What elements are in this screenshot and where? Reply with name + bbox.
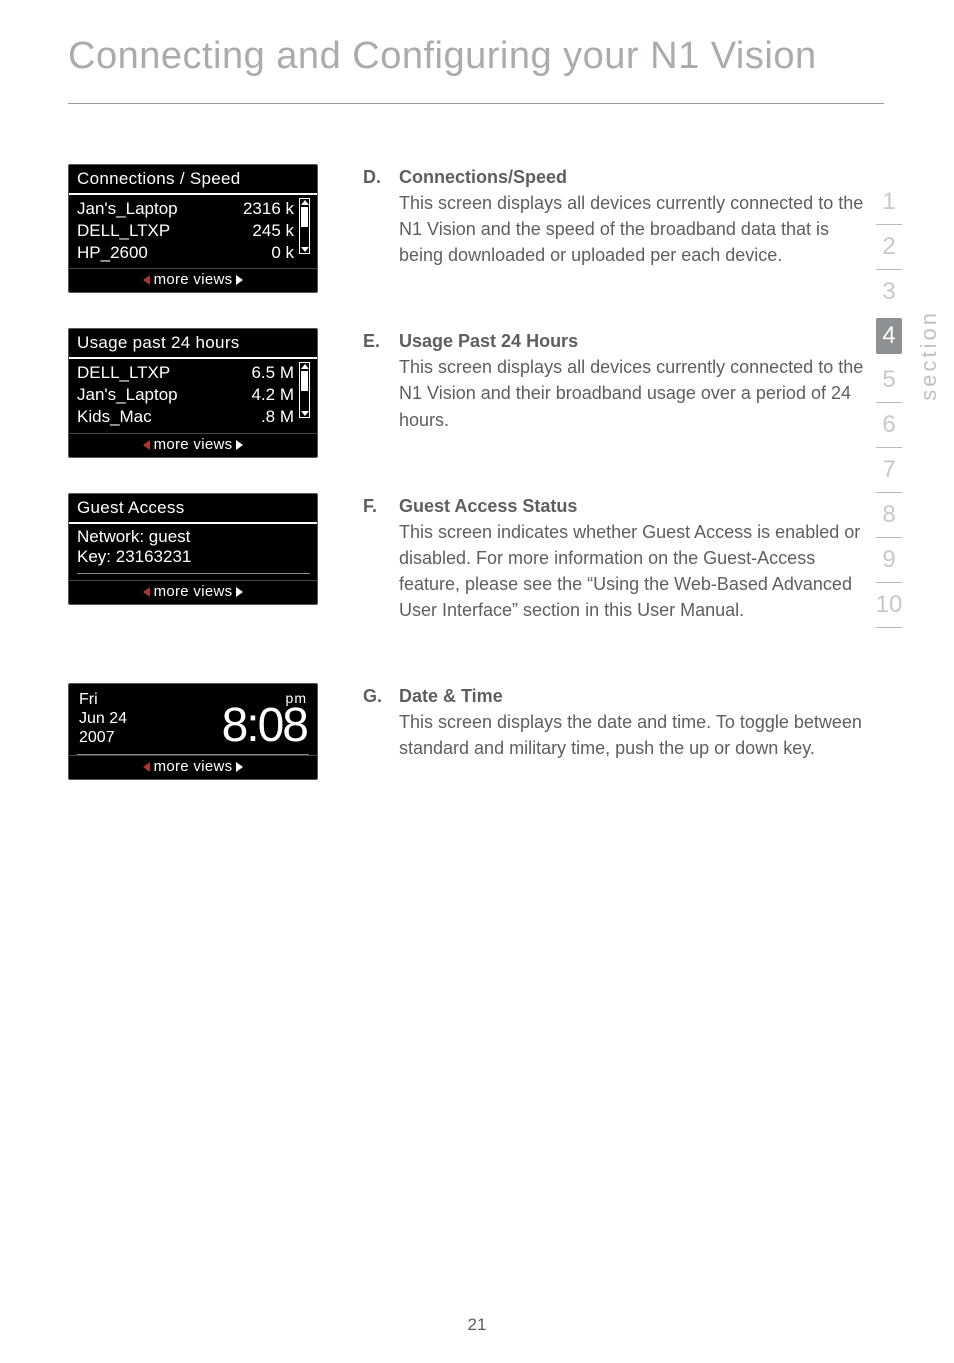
- scrollbar[interactable]: [299, 362, 310, 418]
- usage-value: .8 M: [261, 406, 294, 428]
- desc-body: This screen displays the date and time. …: [399, 709, 864, 761]
- lcd-usage: Usage past 24 hours DELL_LTXP 6.5 M Jan's…: [68, 328, 318, 457]
- desc-letter: E.: [363, 328, 381, 432]
- desc-f: F. Guest Access Status This screen indic…: [363, 493, 864, 623]
- triangle-left-icon: [143, 587, 150, 597]
- desc-body: This screen displays all devices current…: [399, 190, 864, 268]
- guest-key: Key: 23163231: [77, 547, 310, 567]
- desc-body: This screen indicates whether Guest Acce…: [399, 519, 864, 623]
- triangle-left-icon: [143, 275, 150, 285]
- more-views-label: more views: [154, 758, 233, 775]
- triangle-left-icon: [143, 440, 150, 450]
- more-views-nav[interactable]: more views: [69, 755, 317, 779]
- section-num-3[interactable]: 3: [862, 270, 916, 314]
- clock-date: Fri Jun 24 2007: [79, 690, 127, 748]
- row-guest: Guest Access Network: guest Key: 2316323…: [68, 493, 864, 623]
- section-num-6[interactable]: 6: [862, 403, 916, 447]
- section-num-5[interactable]: 5: [862, 358, 916, 402]
- desc-heading: Usage Past 24 Hours: [399, 328, 864, 354]
- desc-heading: Guest Access Status: [399, 493, 864, 519]
- table-row: Jan's_Laptop 2316 k: [77, 198, 294, 220]
- lcd-connections-header: Connections / Speed: [69, 165, 317, 195]
- section-num-7[interactable]: 7: [862, 448, 916, 492]
- more-views-label: more views: [154, 436, 233, 453]
- section-num-10[interactable]: 10: [862, 583, 916, 627]
- triangle-right-icon: [236, 440, 243, 450]
- clock-day: Fri: [79, 690, 127, 709]
- triangle-left-icon: [143, 762, 150, 772]
- clock-monthday: Jun 24: [79, 709, 127, 728]
- triangle-right-icon: [236, 587, 243, 597]
- desc-heading: Date & Time: [399, 683, 864, 709]
- usage-value: 6.5 M: [251, 362, 294, 384]
- table-row: DELL_LTXP 6.5 M: [77, 362, 294, 384]
- page-title: Connecting and Configuring your N1 Visio…: [0, 0, 954, 103]
- row-clock: Fri Jun 24 2007 pm 8:08 more views G. Da…: [68, 683, 864, 780]
- more-views-nav[interactable]: more views: [69, 580, 317, 604]
- more-views-label: more views: [154, 271, 233, 288]
- title-rule: [68, 103, 884, 104]
- table-row: DELL_LTXP 245 k: [77, 220, 294, 242]
- arrow-up-icon: [301, 200, 309, 205]
- section-num-1[interactable]: 1: [862, 180, 916, 224]
- section-num-8[interactable]: 8: [862, 493, 916, 537]
- device-name: DELL_LTXP: [77, 362, 170, 384]
- arrow-up-icon: [301, 364, 309, 369]
- section-nav: 1 2 3 4 5 6 7 8 9 10: [862, 180, 916, 628]
- clock-year: 2007: [79, 728, 127, 747]
- section-label: section: [916, 310, 942, 401]
- device-speed: 245 k: [252, 220, 294, 242]
- lcd-usage-header: Usage past 24 hours: [69, 329, 317, 359]
- desc-d: D. Connections/Speed This screen display…: [363, 164, 864, 268]
- lcd-guest-header: Guest Access: [69, 494, 317, 524]
- lcd-connections: Connections / Speed Jan's_Laptop 2316 k D…: [68, 164, 318, 293]
- row-connections: Connections / Speed Jan's_Laptop 2316 k D…: [68, 164, 864, 293]
- desc-heading: Connections/Speed: [399, 164, 864, 190]
- guest-network: Network: guest: [77, 527, 310, 547]
- table-row: Kids_Mac .8 M: [77, 406, 294, 428]
- desc-e: E. Usage Past 24 Hours This screen displ…: [363, 328, 864, 432]
- more-views-label: more views: [154, 583, 233, 600]
- section-num-2[interactable]: 2: [862, 225, 916, 269]
- scroll-thumb[interactable]: [301, 207, 308, 227]
- lcd-clock: Fri Jun 24 2007 pm 8:08 more views: [68, 683, 318, 780]
- device-speed: 0 k: [271, 242, 294, 264]
- desc-letter: G.: [363, 683, 381, 761]
- desc-body: This screen displays all devices current…: [399, 354, 864, 432]
- lcd-guest: Guest Access Network: guest Key: 2316323…: [68, 493, 318, 605]
- table-row: HP_2600 0 k: [77, 242, 294, 264]
- more-views-nav[interactable]: more views: [69, 268, 317, 292]
- row-usage: Usage past 24 hours DELL_LTXP 6.5 M Jan's…: [68, 328, 864, 457]
- triangle-right-icon: [236, 275, 243, 285]
- arrow-down-icon: [301, 411, 309, 416]
- page-number: 21: [0, 1315, 954, 1335]
- section-num-4-active[interactable]: 4: [876, 318, 902, 354]
- desc-letter: D.: [363, 164, 381, 268]
- scroll-thumb[interactable]: [301, 371, 308, 391]
- desc-letter: F.: [363, 493, 381, 623]
- clock-time: 8:08: [222, 706, 307, 747]
- device-name: HP_2600: [77, 242, 148, 264]
- device-name: Kids_Mac: [77, 406, 152, 428]
- more-views-nav[interactable]: more views: [69, 433, 317, 457]
- device-speed: 2316 k: [243, 198, 294, 220]
- device-name: Jan's_Laptop: [77, 198, 178, 220]
- usage-value: 4.2 M: [251, 384, 294, 406]
- device-name: DELL_LTXP: [77, 220, 170, 242]
- divider: [77, 573, 310, 574]
- arrow-down-icon: [301, 247, 309, 252]
- triangle-right-icon: [236, 762, 243, 772]
- desc-g: G. Date & Time This screen displays the …: [363, 683, 864, 761]
- section-num-9[interactable]: 9: [862, 538, 916, 582]
- device-name: Jan's_Laptop: [77, 384, 178, 406]
- table-row: Jan's_Laptop 4.2 M: [77, 384, 294, 406]
- scrollbar[interactable]: [299, 198, 310, 254]
- content-area: Connections / Speed Jan's_Laptop 2316 k D…: [0, 164, 954, 780]
